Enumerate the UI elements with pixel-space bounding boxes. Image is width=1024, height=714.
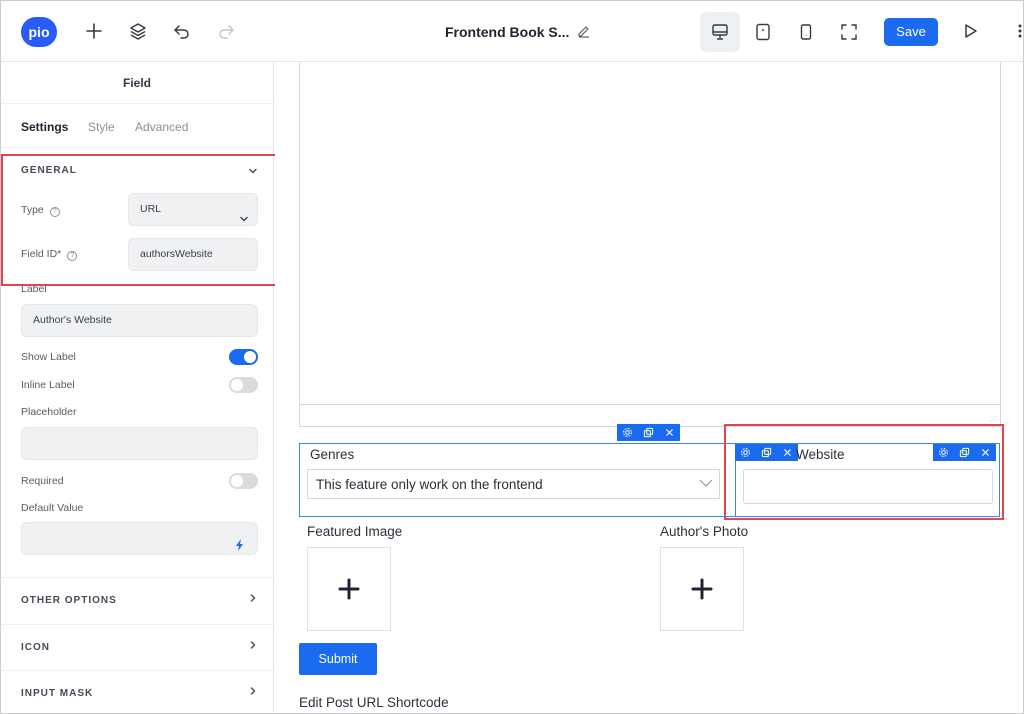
- chevron-right-icon[interactable]: [248, 686, 258, 696]
- layers-icon[interactable]: [127, 20, 149, 42]
- settings-gear-icon[interactable]: [735, 444, 756, 461]
- default-value-label: Default Value: [21, 502, 84, 514]
- field-toolbar: [933, 444, 996, 461]
- divider: [1, 670, 274, 671]
- type-select-value: URL: [140, 203, 162, 215]
- edit-icon[interactable]: [576, 23, 592, 39]
- plus-icon[interactable]: [83, 20, 105, 42]
- field-settings-sidebar: Field Settings Style Advanced GENERAL Ty…: [1, 62, 274, 713]
- undo-icon[interactable]: [171, 20, 193, 42]
- redo-icon[interactable]: [215, 20, 237, 42]
- fullscreen-button[interactable]: [829, 12, 869, 52]
- duplicate-icon[interactable]: [954, 444, 975, 461]
- show-label-text: Show Label: [21, 351, 76, 363]
- field-id-label-text: Field ID*: [21, 248, 62, 260]
- type-select[interactable]: URL: [128, 193, 258, 226]
- authors-photo-label: Author's Photo: [660, 524, 749, 539]
- genres-select[interactable]: This feature only work on the frontend: [307, 469, 720, 499]
- desktop-view-button[interactable]: [700, 12, 740, 52]
- settings-gear-icon[interactable]: [933, 444, 954, 461]
- field-id-input[interactable]: authorsWebsite: [128, 238, 258, 271]
- section-input-mask[interactable]: INPUT MASK: [21, 688, 93, 699]
- tablet-view-button[interactable]: [743, 12, 783, 52]
- save-button[interactable]: Save: [884, 18, 938, 46]
- tablet-icon: [756, 23, 770, 41]
- fullscreen-icon: [841, 24, 857, 40]
- mobile-view-button[interactable]: [786, 12, 826, 52]
- column-toolbar: [735, 444, 798, 461]
- textarea-footer: ⋰: [299, 404, 1001, 426]
- plus-icon: [691, 578, 713, 600]
- plus-icon: [338, 578, 360, 600]
- divider: [1, 577, 274, 578]
- placeholder-label: Placeholder: [21, 406, 77, 418]
- help-icon[interactable]: ?: [67, 251, 78, 261]
- chevron-right-icon[interactable]: [248, 640, 258, 650]
- required-label: Required: [21, 475, 64, 487]
- chevron-down-icon[interactable]: [248, 166, 258, 176]
- chevron-down-icon: [239, 206, 249, 222]
- more-vertical-icon[interactable]: [1009, 20, 1022, 42]
- sidebar-title: Field: [1, 62, 273, 104]
- show-label-toggle[interactable]: [229, 349, 258, 365]
- website-label: Website: [796, 447, 845, 462]
- tab-advanced[interactable]: Advanced: [135, 120, 188, 134]
- settings-gear-icon[interactable]: [617, 424, 638, 441]
- submit-button[interactable]: Submit: [299, 643, 377, 675]
- section-other-options[interactable]: OTHER OPTIONS: [21, 595, 117, 606]
- type-label: Type?: [21, 204, 60, 217]
- section-icon[interactable]: ICON: [21, 642, 50, 653]
- divider: [1, 624, 274, 625]
- form-canvas: ⋰ Genres This feature only work on the f…: [275, 62, 1023, 713]
- desktop-icon: [712, 24, 728, 40]
- section-general-title[interactable]: GENERAL: [21, 165, 77, 176]
- genres-select-value: This feature only work on the frontend: [316, 477, 543, 492]
- required-toggle[interactable]: [229, 473, 258, 489]
- featured-image-label: Featured Image: [307, 524, 403, 539]
- top-toolbar: pio Frontend Book S... Save: [1, 1, 1023, 62]
- website-input[interactable]: [743, 469, 993, 504]
- close-icon[interactable]: [659, 424, 680, 441]
- label-input[interactable]: Author's Website: [21, 304, 258, 337]
- shortcode-label: Edit Post URL Shortcode: [299, 695, 449, 710]
- chevron-down-icon: [699, 479, 713, 489]
- document-title[interactable]: Frontend Book S...: [445, 24, 569, 40]
- default-value-input[interactable]: [21, 522, 258, 555]
- duplicate-icon[interactable]: [756, 444, 777, 461]
- chevron-right-icon[interactable]: [248, 593, 258, 603]
- help-icon[interactable]: ?: [49, 207, 60, 217]
- placeholder-input[interactable]: [21, 427, 258, 460]
- app-frame: pio Frontend Book S... Save Field Settin…: [0, 0, 1024, 714]
- field-id-label: Field ID*?: [21, 248, 78, 261]
- app-logo[interactable]: pio: [21, 17, 57, 47]
- resize-grip-icon[interactable]: ⋰: [990, 416, 998, 424]
- inline-label-text: Inline Label: [21, 379, 75, 391]
- dynamic-value-icon[interactable]: [235, 533, 245, 551]
- tab-settings[interactable]: Settings: [21, 120, 68, 134]
- label-field-label: Label: [21, 283, 47, 295]
- mobile-icon: [800, 24, 812, 40]
- featured-image-upload[interactable]: [307, 547, 391, 631]
- genres-label: Genres: [310, 447, 355, 462]
- duplicate-icon[interactable]: [638, 424, 659, 441]
- textarea-field[interactable]: [299, 62, 1001, 427]
- type-label-text: Type: [21, 204, 44, 216]
- authors-photo-upload[interactable]: [660, 547, 744, 631]
- close-icon[interactable]: [777, 444, 798, 461]
- tab-style[interactable]: Style: [88, 120, 115, 134]
- sidebar-tabs: Settings Style Advanced: [1, 104, 273, 148]
- preview-play-icon[interactable]: [959, 20, 981, 42]
- row-toolbar: [617, 424, 680, 441]
- inline-label-toggle[interactable]: [229, 377, 258, 393]
- close-icon[interactable]: [975, 444, 996, 461]
